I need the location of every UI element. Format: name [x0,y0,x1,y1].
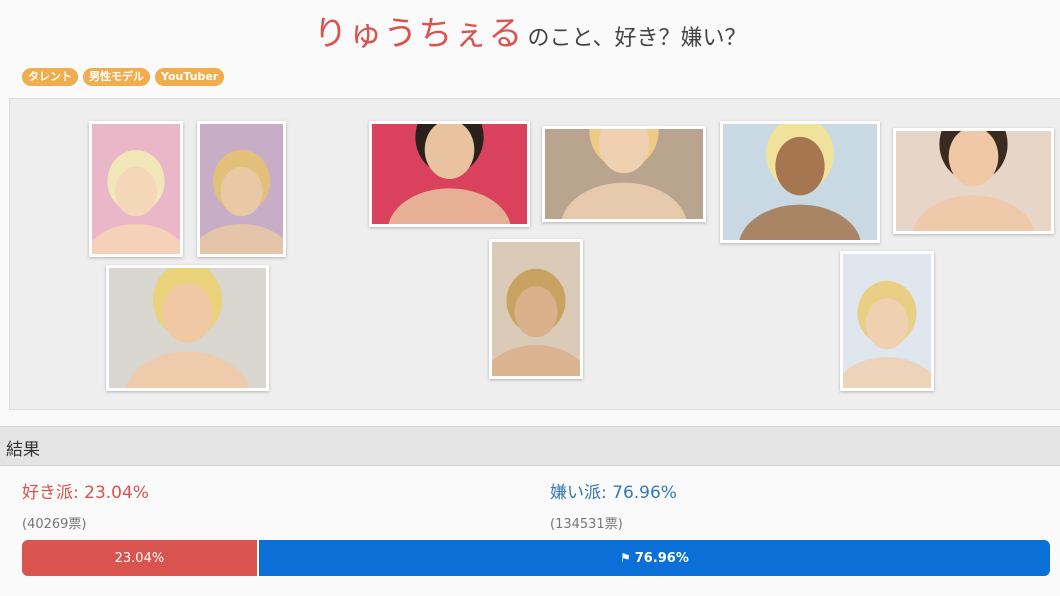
photo-thumbnail[interactable] [720,121,880,243]
portrait-face [775,136,825,196]
hate-percentage: 76.96% [612,483,677,503]
hate-progress-label: 76.96% [634,550,689,566]
like-vote-count: (40269票) [22,517,87,532]
portrait-face [115,166,157,217]
portrait-illustration [492,268,580,376]
vote-progress-bar: 23.04% ⚑ 76.96% [22,540,1050,576]
photo-thumbnail[interactable] [893,128,1054,234]
photo-thumbnail[interactable] [197,121,286,257]
portrait-body [912,195,1035,231]
portrait-body [200,224,283,254]
portrait-face [865,298,909,350]
photo-thumbnail[interactable] [369,121,530,227]
hate-percentage-line: 嫌い派: 76.96% [550,478,677,503]
portrait-body [561,182,687,219]
portrait-body [739,204,861,240]
portrait-body [125,351,250,388]
like-percentage: 23.04% [84,483,149,503]
portrait-face [162,282,213,343]
portrait-illustration [843,280,931,388]
portrait-body [92,224,180,254]
tag-talent[interactable]: タレント [22,68,78,86]
portrait-illustration [388,124,511,224]
photo-thumbnail[interactable] [489,239,583,379]
portrait-face [948,131,999,187]
hate-vote-count: (134531票) [550,517,623,532]
flag-icon: ⚑ [619,551,631,565]
like-summary: 好き派: 23.04% (40269票) [22,478,149,532]
page-question: のこと、好き？嫌い？ [527,26,747,51]
portrait-body [843,357,931,388]
portrait-illustration [912,131,1035,231]
results-header: 結果 [0,426,1060,466]
portrait-illustration [561,129,687,219]
portrait-illustration [92,150,180,254]
portrait-illustration [200,150,283,254]
portrait-face [220,166,263,217]
page-title: りゅうちぇる のこと、好き？嫌い？ [0,6,1060,55]
photo-thumbnail[interactable] [542,126,706,222]
photo-gallery [9,98,1060,410]
talent-name: りゅうちぇる [313,14,524,54]
hate-progress-segment: ⚑ 76.96% [258,540,1050,576]
hate-summary: 嫌い派: 76.96% (134531票) [550,478,677,532]
like-label: 好き派: [22,483,79,503]
portrait-body [492,345,580,376]
portrait-face [598,129,650,174]
tag-male-model[interactable]: 男性モデル [83,68,150,86]
portrait-illustration [125,268,250,388]
portrait-illustration [739,124,861,240]
tag-list: タレント 男性モデル YouTuber [22,68,225,86]
tag-youtuber[interactable]: YouTuber [155,68,225,86]
results-title: 結果 [6,440,40,460]
photo-thumbnail[interactable] [106,265,269,391]
hate-label: 嫌い派: [550,483,607,503]
photo-thumbnail[interactable] [89,121,183,257]
like-percentage-line: 好き派: 23.04% [22,478,149,503]
portrait-body [388,188,511,224]
like-progress-label: 23.04% [114,550,165,566]
like-progress-segment: 23.04% [22,540,259,576]
portrait-face [514,286,558,338]
photo-thumbnail[interactable] [840,251,934,391]
portrait-face [424,124,475,180]
